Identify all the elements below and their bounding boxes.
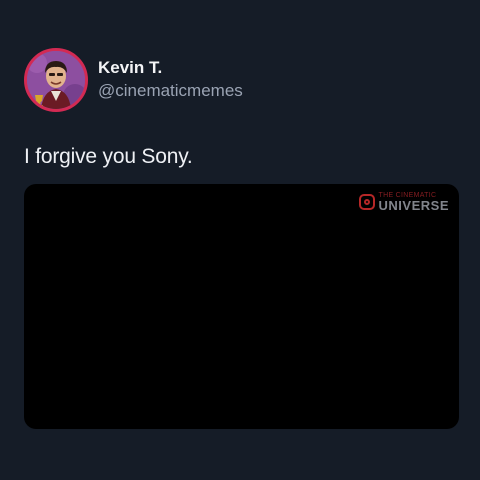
tweet-header: Kevin T. @cinematicmemes [24, 46, 243, 114]
tweet-text: I forgive you Sony. [24, 145, 193, 168]
user-handle[interactable]: @cinematicmemes [98, 80, 243, 102]
avatar-illustration-icon [27, 51, 85, 109]
media-video[interactable]: THE CINEMATIC UNIVERSE [24, 184, 459, 429]
avatar[interactable] [24, 48, 88, 112]
author-info: Kevin T. @cinematicmemes [98, 58, 243, 102]
display-name[interactable]: Kevin T. [98, 58, 243, 78]
watermark-big-text: UNIVERSE [378, 198, 449, 213]
watermark: THE CINEMATIC UNIVERSE [358, 192, 449, 212]
watermark-text: THE CINEMATIC UNIVERSE [379, 192, 449, 212]
instagram-icon [358, 194, 375, 210]
tweet-screenshot: Kevin T. @cinematicmemes I forgive you S… [0, 0, 480, 480]
